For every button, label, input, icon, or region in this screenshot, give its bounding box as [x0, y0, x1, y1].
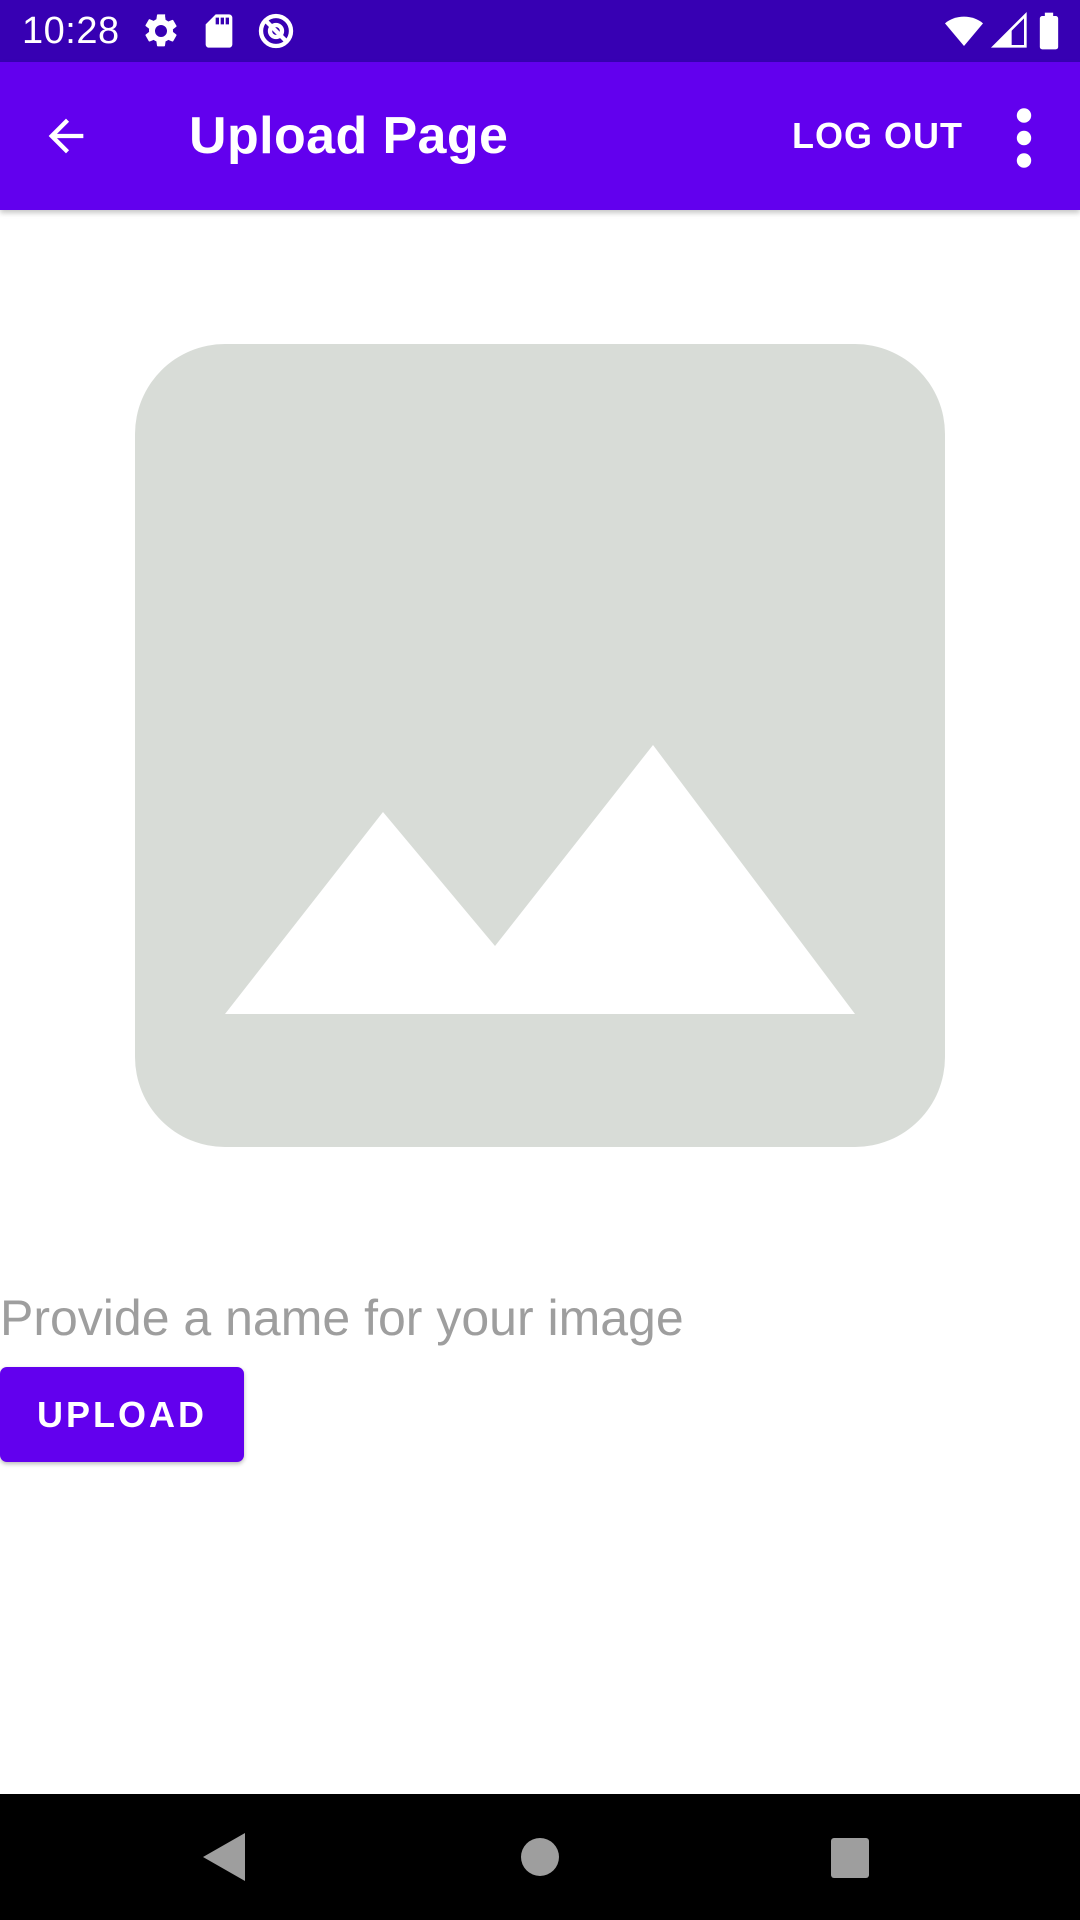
back-triangle-icon [203, 1833, 245, 1881]
at-sign-icon [256, 11, 296, 51]
nav-home-button[interactable] [503, 1820, 577, 1894]
upload-button[interactable]: UPLOAD [0, 1367, 244, 1462]
wifi-icon [942, 11, 986, 51]
overflow-menu-button[interactable] [1000, 102, 1048, 174]
more-vert-icon [1016, 108, 1032, 168]
back-button[interactable] [30, 100, 102, 172]
image-preview[interactable] [135, 344, 945, 1147]
image-placeholder-icon [135, 344, 945, 1147]
home-circle-icon [521, 1838, 559, 1876]
nav-back-button[interactable] [187, 1820, 261, 1894]
cell-signal-icon [990, 11, 1030, 51]
recents-square-icon [831, 1838, 869, 1878]
image-name-input[interactable] [0, 1282, 900, 1354]
page-title: Upload Page [189, 107, 509, 165]
logout-button[interactable]: LOG OUT [780, 108, 975, 164]
arrow-back-icon [48, 118, 84, 154]
app-bar: Upload Page LOG OUT [0, 62, 1080, 210]
battery-icon [1034, 11, 1064, 51]
nav-recents-button[interactable] [813, 1820, 887, 1894]
sd-card-icon [199, 11, 239, 51]
settings-icon [141, 11, 181, 51]
upload-page-screen: 10:28 Upload Page LOG OUT Provide a name… [0, 0, 1080, 1920]
status-time: 10:28 [22, 10, 120, 52]
system-nav-bar [0, 1794, 1080, 1920]
status-bar: 10:28 [0, 0, 1080, 62]
